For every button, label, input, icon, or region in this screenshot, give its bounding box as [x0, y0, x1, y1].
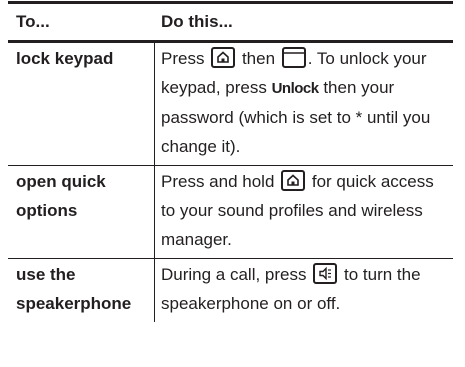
task-open-quick-options: open quick options — [8, 166, 155, 258]
home-key-icon — [211, 47, 236, 68]
task-lock-keypad: lock keypad — [8, 43, 155, 165]
instruction-lock-keypad: Press then . To unlock your keypad, pres… — [161, 47, 431, 156]
header-to: To... — [16, 12, 50, 31]
speaker-key-icon — [313, 263, 338, 284]
header-do-this: Do this... — [161, 12, 233, 31]
table-row: open quick options Press and hold for qu… — [8, 165, 453, 258]
home-key-icon — [281, 170, 306, 191]
task-use-speakerphone: use the speakerphone — [8, 259, 155, 322]
instruction-table: To... Do this... lock keypad Press then … — [8, 1, 453, 322]
table-header: To... Do this... — [8, 1, 453, 43]
instruction-open-quick-options: Press and hold for quick access to your … — [161, 170, 434, 249]
instruction-use-speakerphone: During a call, press to turn the speaker… — [161, 263, 421, 313]
softkey-bar-icon — [281, 47, 306, 68]
table-row: lock keypad Press then . To unlock your … — [8, 43, 453, 165]
unlock-softkey-label: Unlock — [271, 80, 320, 97]
table-row: use the speakerphone During a call, pres… — [8, 258, 453, 322]
